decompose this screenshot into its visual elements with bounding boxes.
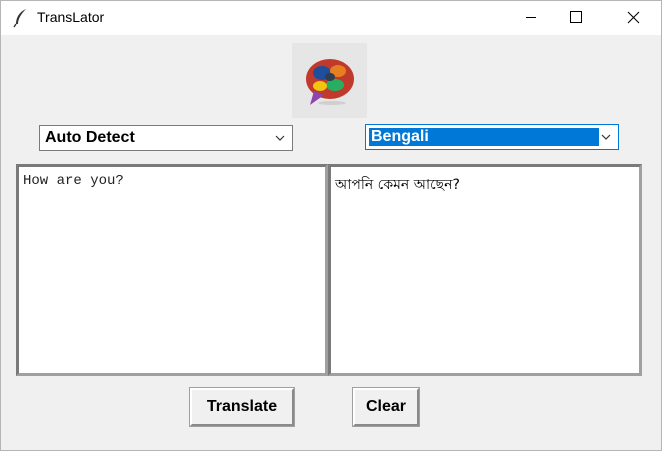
title-bar[interactable]: TransLator xyxy=(0,0,662,35)
close-button[interactable] xyxy=(608,0,654,35)
app-logo xyxy=(292,43,367,118)
source-text: How are you? xyxy=(23,173,124,189)
chevron-down-icon[interactable] xyxy=(274,132,286,144)
close-icon xyxy=(627,11,640,24)
target-language-value: Bengali xyxy=(369,128,599,146)
source-language-value: Auto Detect xyxy=(45,129,135,146)
target-language-select[interactable]: Bengali xyxy=(365,124,619,150)
window-title: TransLator xyxy=(37,9,105,25)
feather-icon xyxy=(13,9,26,28)
chevron-down-icon[interactable] xyxy=(600,131,612,143)
speech-bubble-flags-logo xyxy=(306,59,354,105)
source-text-area[interactable]: How are you? xyxy=(16,164,328,376)
translated-text: আপনি কেমন আছেন? xyxy=(335,177,460,193)
translate-button[interactable]: Translate xyxy=(189,387,295,427)
source-language-select[interactable]: Auto Detect xyxy=(39,125,293,151)
translated-text-area[interactable]: আপনি কেমন আছেন? xyxy=(328,164,642,376)
minimize-button[interactable] xyxy=(508,0,554,35)
maximize-icon xyxy=(570,11,582,23)
minimize-icon xyxy=(526,17,536,18)
clear-button[interactable]: Clear xyxy=(352,387,420,427)
maximize-button[interactable] xyxy=(554,0,600,35)
